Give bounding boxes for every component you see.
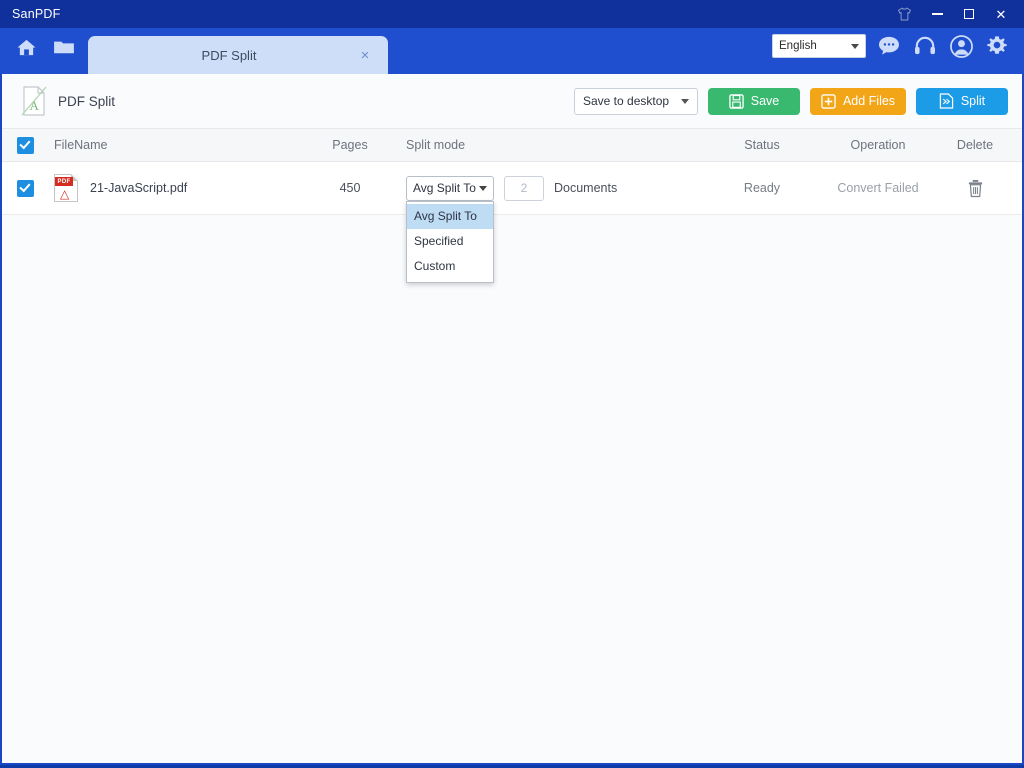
page-title-group: A PDF Split	[20, 85, 115, 117]
column-header-filename: FileName	[54, 138, 108, 152]
application-window: SanPDF ✕ PDF Split × English A PDF Split…	[0, 0, 1024, 768]
split-mode-dropdown[interactable]: Avg Split To Avg Split To Specified Cust…	[406, 175, 494, 283]
split-mode-menu[interactable]: Avg Split To Specified Custom	[406, 200, 494, 283]
floppy-disk-icon	[729, 93, 744, 109]
table-row[interactable]: PDF △ 21-JavaScript.pdf 450 Avg Split To…	[2, 162, 1022, 283]
app-title: SanPDF	[12, 7, 61, 21]
row-splitmode-cell: Avg Split To Avg Split To Specified Cust…	[396, 175, 696, 283]
headphones-icon[interactable]	[912, 33, 938, 59]
row-filename-cell: PDF △ 21-JavaScript.pdf	[48, 174, 304, 202]
tab-list: PDF Split ×	[88, 28, 388, 74]
save-button-label: Save	[750, 94, 780, 108]
account-icon[interactable]	[948, 33, 974, 59]
row-checkbox-cell[interactable]	[2, 179, 48, 197]
tab-label: PDF Split	[201, 47, 257, 63]
split-document-icon	[939, 93, 954, 109]
table-header: FileName Pages Split mode Status Operati…	[2, 128, 1022, 162]
split-quantity-input[interactable]: 2	[504, 175, 544, 201]
pdf-split-document-icon: A	[20, 85, 48, 117]
row-filename: 21-JavaScript.pdf	[90, 181, 188, 195]
content-panel: A PDF Split Save to desktop Save Add Fil…	[2, 74, 1022, 763]
row-delete-cell[interactable]	[928, 179, 1022, 198]
chevron-down-icon	[851, 43, 859, 49]
row-operation: Convert Failed	[837, 181, 919, 195]
page-title: PDF Split	[58, 93, 116, 109]
column-header-splitmode: Split mode	[406, 138, 466, 152]
column-header-status: Status	[744, 138, 780, 152]
tshirt-icon[interactable]	[888, 2, 920, 26]
language-select[interactable]: English	[772, 34, 866, 58]
split-quantity-unit: Documents	[554, 181, 618, 195]
nav-right-group: English	[772, 28, 1024, 74]
nav-icon-group	[10, 28, 80, 74]
split-mode-option-custom[interactable]: Custom	[407, 254, 493, 279]
table-body: PDF △ 21-JavaScript.pdf 450 Avg Split To…	[2, 162, 1022, 763]
add-files-button[interactable]: Add Files	[810, 87, 906, 115]
split-mode-option-avg[interactable]: Avg Split To	[407, 203, 493, 229]
add-files-button-label: Add Files	[842, 94, 896, 108]
title-bar: SanPDF ✕	[0, 0, 1024, 28]
chat-icon[interactable]	[876, 33, 902, 59]
action-bar: A PDF Split Save to desktop Save Add Fil…	[2, 74, 1022, 128]
tab-bar: PDF Split × English	[0, 28, 1024, 74]
save-location-select[interactable]: Save to desktop	[574, 87, 698, 115]
folder-icon[interactable]	[48, 32, 80, 62]
language-value: English	[779, 40, 817, 52]
close-button[interactable]: ✕	[986, 2, 1016, 26]
column-header-delete: Delete	[956, 138, 994, 152]
column-header-operation: Operation	[850, 138, 906, 152]
save-location-value: Save to desktop	[583, 94, 670, 108]
tab-pdf-split[interactable]: PDF Split ×	[88, 36, 388, 74]
minimize-button[interactable]	[922, 2, 952, 26]
home-icon[interactable]	[10, 32, 42, 62]
split-button[interactable]: Split	[916, 87, 1008, 115]
toolbar-actions: Save to desktop Save Add Files Split	[574, 87, 1008, 115]
split-button-label: Split	[960, 94, 986, 108]
pdf-file-icon: PDF △	[54, 174, 78, 202]
close-icon[interactable]: ×	[356, 48, 374, 63]
save-button[interactable]: Save	[708, 87, 800, 115]
row-pages: 450	[339, 181, 361, 195]
column-header-pages: Pages	[332, 138, 368, 152]
chevron-down-icon	[681, 98, 689, 104]
split-mode-value: Avg Split To	[413, 181, 476, 195]
row-status: Ready	[743, 181, 781, 195]
maximize-button[interactable]	[954, 2, 984, 26]
plus-icon	[821, 93, 836, 109]
trash-icon[interactable]	[967, 179, 984, 198]
window-controls: ✕	[888, 0, 1016, 28]
split-mode-option-specified[interactable]: Specified	[407, 229, 493, 254]
select-all-checkbox[interactable]	[16, 136, 34, 154]
row-checkbox[interactable]	[16, 179, 34, 197]
chevron-down-icon	[479, 185, 487, 191]
settings-gear-icon[interactable]	[984, 33, 1010, 59]
split-mode-select[interactable]: Avg Split To	[406, 175, 494, 201]
select-all-checkbox-cell[interactable]	[2, 136, 48, 154]
